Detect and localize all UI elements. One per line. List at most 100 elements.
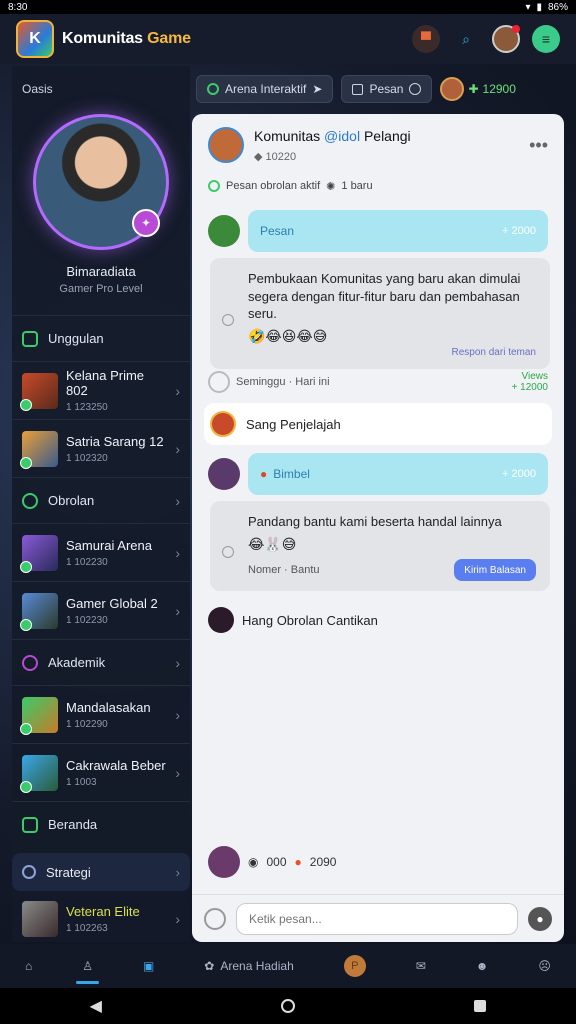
menu-icon[interactable]: ≡ <box>532 25 560 53</box>
sidebar-heading: Oasis <box>22 82 53 96</box>
section-akademik[interactable]: Akademik › <box>12 639 190 685</box>
badge-icon: ● <box>260 467 268 482</box>
nav-friends-icon[interactable]: ☻ <box>476 944 489 988</box>
chat-title: Komunitas @idol Pelangi <box>254 127 411 144</box>
status-time: 8:30 <box>8 1 28 13</box>
system-nav: ◀ <box>0 988 576 1024</box>
chevron-right-icon: › <box>175 911 180 927</box>
toggle-icon <box>409 83 422 95</box>
chevron-right-icon: › <box>175 864 180 880</box>
avatar <box>208 846 240 878</box>
attach-icon[interactable] <box>204 907 226 930</box>
send-icon: ➤ <box>312 82 323 96</box>
search-icon[interactable]: ⌕ <box>452 25 480 53</box>
game-thumbnail <box>22 901 58 937</box>
recents-icon[interactable] <box>474 1000 487 1012</box>
section-unggulan[interactable]: Unggulan <box>12 315 190 361</box>
heart-icon: ● <box>294 855 302 869</box>
eye-icon: ◉ <box>248 855 259 869</box>
nav-coin[interactable]: P <box>343 944 366 988</box>
home-button-icon[interactable] <box>281 999 296 1013</box>
level-badge-icon: ✦ <box>132 209 160 237</box>
bottom-nav: ⌂ ♙ ▣ ✿ Arena Hadiah P ✉ ☻ ☹ <box>0 944 576 988</box>
filter-pill-pesan[interactable]: Pesan <box>341 75 433 103</box>
nav-profile-icon[interactable]: ♙ <box>76 944 99 988</box>
meta-label: Nomer · Bantu <box>248 564 320 577</box>
sidebar: Oasis ✦ Bimaradiata Gamer Pro Level Ungg… <box>12 66 190 942</box>
section-beranda[interactable]: Beranda <box>12 801 190 847</box>
filter-pill-arena[interactable]: Arena Interaktif ➤ <box>196 75 334 103</box>
section-obrolan[interactable]: Obrolan › <box>12 477 190 523</box>
sidebar-item[interactable]: Cakrawala Beber 1 1003 › <box>12 743 190 801</box>
chat-icon <box>22 492 38 509</box>
chevron-right-icon: › <box>175 602 180 619</box>
back-icon[interactable]: ◀ <box>90 996 102 1016</box>
emoji-reactions: 😂🐰😅 <box>248 535 297 552</box>
battery-level: 86% <box>547 1 568 13</box>
message-row: Pesan + 2000 <box>192 210 564 252</box>
message-composer: ● <box>192 894 564 942</box>
chevron-right-icon: › <box>175 382 180 399</box>
chat-status: Pesan obrolan aktif ✺ 1 baru <box>192 176 564 196</box>
top-bar: K Komunitas Game ▀ ⌕ ≡ <box>0 14 576 64</box>
refresh-icon[interactable] <box>208 371 230 394</box>
profile-avatar[interactable]: ✦ <box>33 114 169 250</box>
message-body[interactable]: Pembukaan Komunitas yang baru akan dimul… <box>210 258 550 370</box>
sidebar-item[interactable]: Kelana Prime 802 1 123250 › <box>12 361 190 419</box>
check-icon <box>207 83 219 95</box>
message-row: Hang Obrolan Cantikan <box>192 607 564 634</box>
nav-settings-icon[interactable]: ☹ <box>538 944 551 988</box>
sidebar-item[interactable]: Samurai Arena 1 102230 › <box>12 523 190 581</box>
mic-icon[interactable]: ● <box>528 906 552 931</box>
profile-name: Bimaradiata <box>66 264 136 279</box>
gear-icon: ✿ <box>204 959 215 973</box>
nav-inbox-icon[interactable]: ✉ <box>416 944 426 988</box>
notification-icon[interactable]: ▀ <box>412 25 440 53</box>
nav-home-icon[interactable]: ⌂ <box>25 944 32 988</box>
message-header[interactable]: Pesan + 2000 <box>248 210 548 252</box>
app-title: Komunitas Game <box>62 30 191 47</box>
coin-balance[interactable]: ✚ 12900 <box>440 77 516 101</box>
more-options-icon[interactable]: ••• <box>529 135 548 156</box>
sidebar-item[interactable]: Mandalasakan 1 102290 › <box>12 685 190 743</box>
game-thumbnail <box>20 592 58 631</box>
sidebar-item[interactable]: Gamer Global 21 102230 › <box>12 581 190 639</box>
chevron-right-icon: › <box>175 764 180 781</box>
chat-panel: Komunitas @idol Pelangi ◆ 10220 ••• Pesa… <box>192 114 564 942</box>
emoji-reactions: 🤣😂😆😂😅 <box>248 327 328 344</box>
chevron-right-icon: › <box>175 654 180 671</box>
chevron-right-icon: › <box>175 706 180 723</box>
featured-icon <box>22 330 38 347</box>
strategy-button[interactable]: Strategi › <box>12 853 190 891</box>
avatar <box>440 77 465 101</box>
sender-avatar[interactable] <box>208 607 234 634</box>
chat-subtitle: ◆ 10220 <box>254 150 297 163</box>
explorer-card[interactable]: Sang Penjelajah <box>204 403 552 446</box>
home-icon <box>22 816 38 833</box>
nav-arena[interactable]: ✿ Arena Hadiah <box>204 944 293 988</box>
game-thumbnail <box>20 430 58 469</box>
avatar <box>210 411 236 438</box>
message-meta: Seminggu · Hari ini Views + 12000 <box>192 369 564 395</box>
message-header[interactable]: ● Bimbel + 2000 <box>248 453 548 496</box>
sender-avatar[interactable] <box>208 458 240 491</box>
coin-icon: ✚ <box>468 82 479 96</box>
chevron-right-icon: › <box>175 492 180 509</box>
profile-subtitle: Gamer Pro Level <box>59 283 143 295</box>
reply-button[interactable]: Kirim Balasan <box>454 559 536 582</box>
message-body[interactable]: Pandang bantu kami beserta handal lainny… <box>210 501 550 592</box>
message-input[interactable] <box>236 902 518 935</box>
sender-avatar[interactable] <box>208 215 240 247</box>
chat-avatar[interactable] <box>208 127 244 163</box>
chevron-right-icon: › <box>175 440 180 457</box>
sidebar-item[interactable]: Satria Sarang 12 1 102320 › <box>12 419 190 477</box>
sidebar-item[interactable]: Veteran Elite 1 102263 › <box>12 897 190 941</box>
chevron-right-icon: › <box>175 544 180 561</box>
filter-row: Arena Interaktif ➤ Pesan ✚ 12900 <box>196 74 566 104</box>
nav-chat-icon[interactable]: ▣ <box>143 944 154 988</box>
thread-title[interactable]: Hang Obrolan Cantikan <box>242 613 378 628</box>
chat-footer-stats: ◉ 000 ● 2090 <box>192 842 352 882</box>
user-avatar[interactable] <box>492 25 520 53</box>
member-icon: ◆ <box>254 150 263 163</box>
square-icon <box>352 83 364 95</box>
